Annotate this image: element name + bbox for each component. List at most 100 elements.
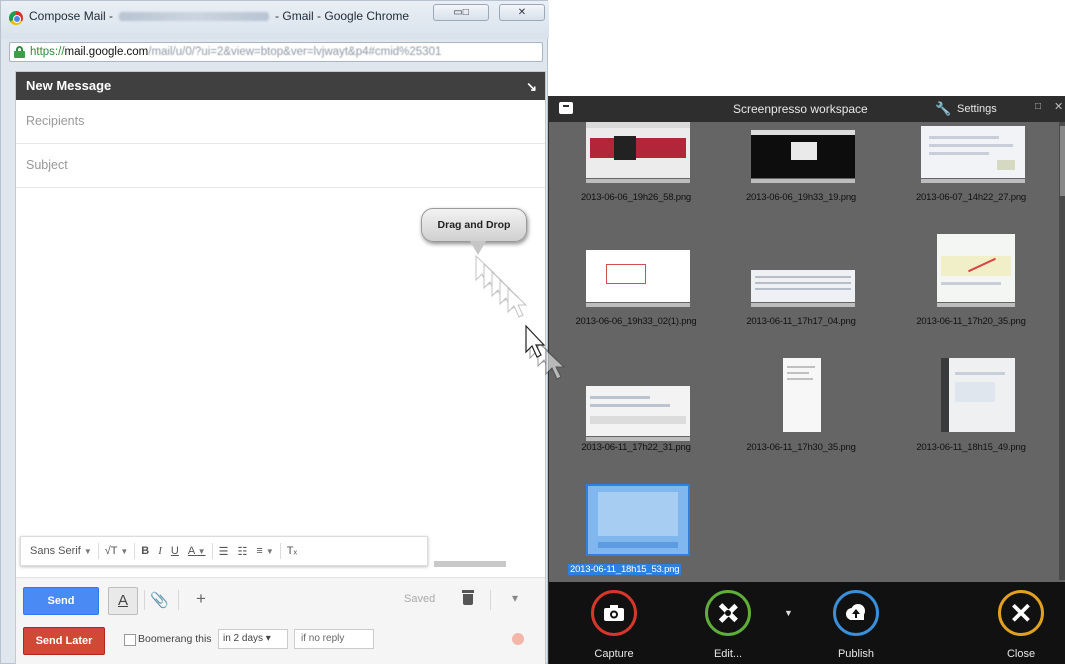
info-icon[interactable] xyxy=(512,633,524,645)
thumbnail-item[interactable]: 2013-06-06_19h33_19.png xyxy=(719,122,883,208)
formatting-toolbar: Sans Serif ▼ √T ▼ B I U A ▼ ☰ ☷ ≡ ▼ Tₓ xyxy=(20,536,428,566)
subject-field[interactable]: Subject xyxy=(16,144,545,188)
compose-header[interactable]: New Message ↘ xyxy=(16,72,545,100)
wrench-icon[interactable]: 🔧 xyxy=(935,101,951,117)
discard-trash-icon[interactable] xyxy=(462,590,474,605)
thumbnail-filename: 2013-06-11_18h15_49.png xyxy=(916,442,1026,453)
address-bar[interactable]: https://mail.google.com/mail/u/0/?ui=2&v… xyxy=(9,42,543,62)
font-size-select[interactable]: √T ▼ xyxy=(102,543,132,559)
thumbnail-image xyxy=(921,126,1025,178)
screen: Compose Mail -- Gmail - Google Chrome ▭□… xyxy=(0,0,1065,664)
recipients-field[interactable]: Recipients xyxy=(16,100,545,144)
thumbnail-image xyxy=(751,130,855,178)
edit-ring xyxy=(705,590,751,636)
thumbnail-item[interactable]: 2013-06-11_17h22_31.png xyxy=(554,380,718,466)
window-close-button[interactable]: ✕ xyxy=(499,4,545,21)
thumbnail-item[interactable]: 2013-06-11_18h15_49.png xyxy=(889,358,1053,466)
thumbnail-image xyxy=(783,358,821,432)
thumbnail-strip xyxy=(751,179,855,183)
thumbnail-filename: 2013-06-11_17h20_35.png xyxy=(916,316,1026,327)
minimize-maximize-buttons[interactable]: ▭□ xyxy=(433,4,489,21)
thumbnail-strip xyxy=(921,179,1025,183)
window-title-bar[interactable]: Compose Mail -- Gmail - Google Chrome ▭□… xyxy=(1,1,549,39)
more-menu-chevron-icon[interactable]: ▾ xyxy=(512,591,518,605)
thumbnail-item[interactable]: 2013-06-11_17h17_04.png xyxy=(719,246,883,332)
thumbnail-item[interactable]: 2013-06-07_14h22_27.png xyxy=(889,122,1053,208)
redacted-email xyxy=(119,12,270,22)
edit-label: Edit... xyxy=(713,648,743,660)
screenpresso-header[interactable]: Screenpresso workspace 🔧 Settings □ ✕ xyxy=(549,96,1065,122)
bulleted-list-icon[interactable]: ☷ xyxy=(234,543,250,560)
more-options-plus-icon[interactable]: + xyxy=(196,589,206,609)
window-title: Compose Mail -- Gmail - Google Chrome xyxy=(29,9,410,23)
formatting-toggle-button[interactable]: A xyxy=(108,587,138,615)
workspace-scrollbar[interactable] xyxy=(1059,122,1065,580)
capture-ring xyxy=(591,590,637,636)
font-family-select[interactable]: Sans Serif ▼ xyxy=(27,543,95,559)
boomerang-condition-select[interactable]: if no reply xyxy=(294,629,374,649)
settings-button[interactable]: Settings xyxy=(957,103,997,115)
thumbnail-item[interactable]: 2013-06-11_17h30_35.png xyxy=(719,358,883,466)
thumbnail-item[interactable]: 2013-06-06_19h26_58.png xyxy=(554,122,718,208)
text-color-button[interactable]: A ▼ xyxy=(185,543,209,559)
camera-icon xyxy=(594,593,634,633)
expand-icon[interactable]: ↘ xyxy=(526,79,537,95)
scrollbar-thumb[interactable] xyxy=(1060,126,1065,196)
thumbnail-image xyxy=(941,358,1015,432)
remove-formatting-icon[interactable]: Tₓ xyxy=(284,543,300,559)
thumbnail-image xyxy=(586,122,690,178)
action-bar: Capture Edit... ▼ Publish ✕ Close xyxy=(549,582,1065,664)
lock-icon xyxy=(14,46,25,58)
attach-file-icon[interactable]: 📎 xyxy=(150,591,169,609)
boomerang-label: Boomerang this xyxy=(138,633,212,645)
bold-button[interactable]: B xyxy=(138,543,152,559)
send-later-button[interactable]: Send Later xyxy=(23,627,105,655)
send-button[interactable]: Send xyxy=(23,587,99,615)
close-x-icon[interactable]: ✕ xyxy=(1054,100,1063,113)
italic-button[interactable]: I xyxy=(155,543,165,559)
drag-drop-tooltip: Drag and Drop xyxy=(421,208,527,242)
align-icon[interactable]: ≡ ▼ xyxy=(253,543,276,559)
compose-window: New Message ↘ Recipients Subject Sans Se… xyxy=(15,71,546,664)
chrome-logo-icon xyxy=(9,11,23,25)
underline-button[interactable]: U xyxy=(168,543,182,559)
cloud-upload-icon xyxy=(836,593,876,633)
close-icon: ✕ xyxy=(1009,597,1033,629)
thumbnail-strip xyxy=(751,303,855,307)
capture-label: Capture xyxy=(594,648,634,660)
boomerang-delay-select[interactable]: in 2 days ▾ xyxy=(218,629,288,649)
thumbnail-image xyxy=(937,234,1015,302)
subject-placeholder: Subject xyxy=(26,158,68,172)
edit-dropdown-icon[interactable]: ▼ xyxy=(784,608,793,618)
publish-label: Publish xyxy=(837,648,875,660)
thumbnail-filename: 2013-06-06_19h26_58.png xyxy=(580,192,692,203)
workspace-title: Screenpresso workspace xyxy=(733,102,868,116)
close-ring: ✕ xyxy=(998,590,1044,636)
chrome-window: Compose Mail -- Gmail - Google Chrome ▭□… xyxy=(0,0,549,664)
thumbnail-filename: 2013-06-11_17h17_04.png xyxy=(746,316,856,327)
thumbnail-strip xyxy=(586,437,690,441)
screenpresso-workspace-window: Screenpresso workspace 🔧 Settings □ ✕ 20… xyxy=(548,96,1065,664)
horizontal-scrollbar[interactable] xyxy=(434,561,506,567)
pencil-ruler-icon xyxy=(708,593,748,633)
thumbnail-item[interactable]: 2013-06-11_17h20_35.png xyxy=(889,234,1053,332)
divider xyxy=(144,590,145,610)
restore-icon[interactable]: □ xyxy=(1035,101,1041,112)
divider xyxy=(490,590,491,610)
thumbnail-filename: 2013-06-11_17h30_35.png xyxy=(746,442,856,453)
close-label: Close xyxy=(1006,648,1036,660)
thumbnail-strip xyxy=(937,303,1015,307)
thumbnail-image xyxy=(586,386,690,436)
thumbnail-item-selected[interactable]: 2013-06-11_18h15_53.png xyxy=(554,482,718,580)
workspace-box-icon xyxy=(559,102,573,114)
url-text: https://mail.google.com/mail/u/0/?ui=2&v… xyxy=(30,46,442,58)
recipients-placeholder: Recipients xyxy=(26,114,85,128)
thumbnail-filename: 2013-06-06_19h33_19.png xyxy=(745,192,857,203)
boomerang-checkbox[interactable] xyxy=(124,634,136,646)
saved-status: Saved xyxy=(404,593,436,605)
send-row: Send A 📎 + Saved ▾ xyxy=(16,577,545,621)
numbered-list-icon[interactable]: ☰ xyxy=(216,543,232,560)
thumbnail-filename: 2013-06-11_17h22_31.png xyxy=(581,442,691,453)
thumbnail-image xyxy=(586,484,690,556)
window-controls: ▭□ ✕ xyxy=(433,4,545,21)
